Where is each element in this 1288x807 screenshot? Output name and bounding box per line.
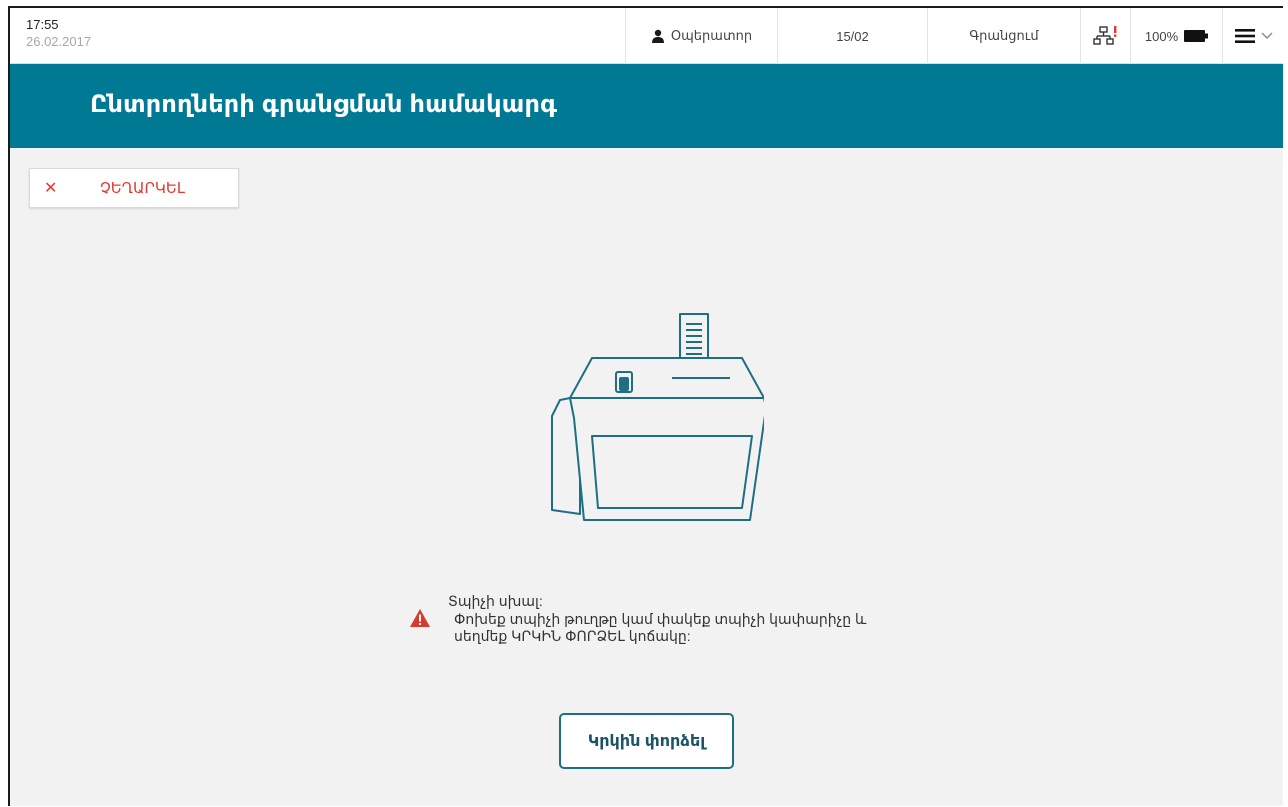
battery-percent: 100% [1144, 28, 1179, 44]
user-icon [651, 29, 664, 43]
operator-label: Օպերատոր [670, 28, 753, 43]
cancel-label: ՉԵՂԱՐԿԵԼ [100, 180, 185, 197]
clock: 17:55 26.02.2017 [26, 17, 91, 49]
voter-count: 15/02 [777, 8, 927, 64]
clock-time: 17:55 [26, 17, 59, 32]
network-error-icon [1092, 26, 1116, 45]
cancel-button[interactable]: ✕ ՉԵՂԱՐԿԵԼ [29, 168, 239, 208]
battery-full-icon [1184, 30, 1209, 42]
page-title: Ընտրողների գրանցման համակարգ [90, 91, 558, 118]
voter-count-label: 15/02 [836, 28, 869, 44]
chevron-down-icon [1261, 32, 1273, 39]
status-bar: 17:55 26.02.2017 Օպերատոր 15/02 Գրանցում [10, 8, 1283, 64]
app-window: 17:55 26.02.2017 Օպերատոր 15/02 Գրանցում [8, 6, 1283, 806]
close-icon: ✕ [44, 180, 58, 197]
warning-icon [410, 609, 430, 627]
scanner-device-icon [551, 313, 764, 521]
operator-indicator[interactable]: Օպերատոր [625, 8, 777, 64]
error-title: Տպիչի սխալ: [448, 593, 543, 609]
retry-button[interactable]: Կրկին փորձել [559, 713, 734, 769]
hamburger-menu-icon [1235, 29, 1255, 43]
app-header: Ընտրողների գրանցման համակարգ [10, 64, 1283, 148]
main-menu-button[interactable] [1222, 8, 1283, 64]
network-status[interactable] [1080, 8, 1130, 64]
battery-status: 100% [1130, 8, 1222, 64]
clock-date: 26.02.2017 [26, 34, 92, 49]
error-text: Փոխեք տպիչի թուղթը կամ փակեք տպիչի կափար… [454, 611, 867, 644]
mode-indicator[interactable]: Գրանցում [927, 8, 1080, 64]
retry-label: Կրկին փորձել [587, 733, 706, 750]
mode-label: Գրանցում [969, 28, 1039, 43]
